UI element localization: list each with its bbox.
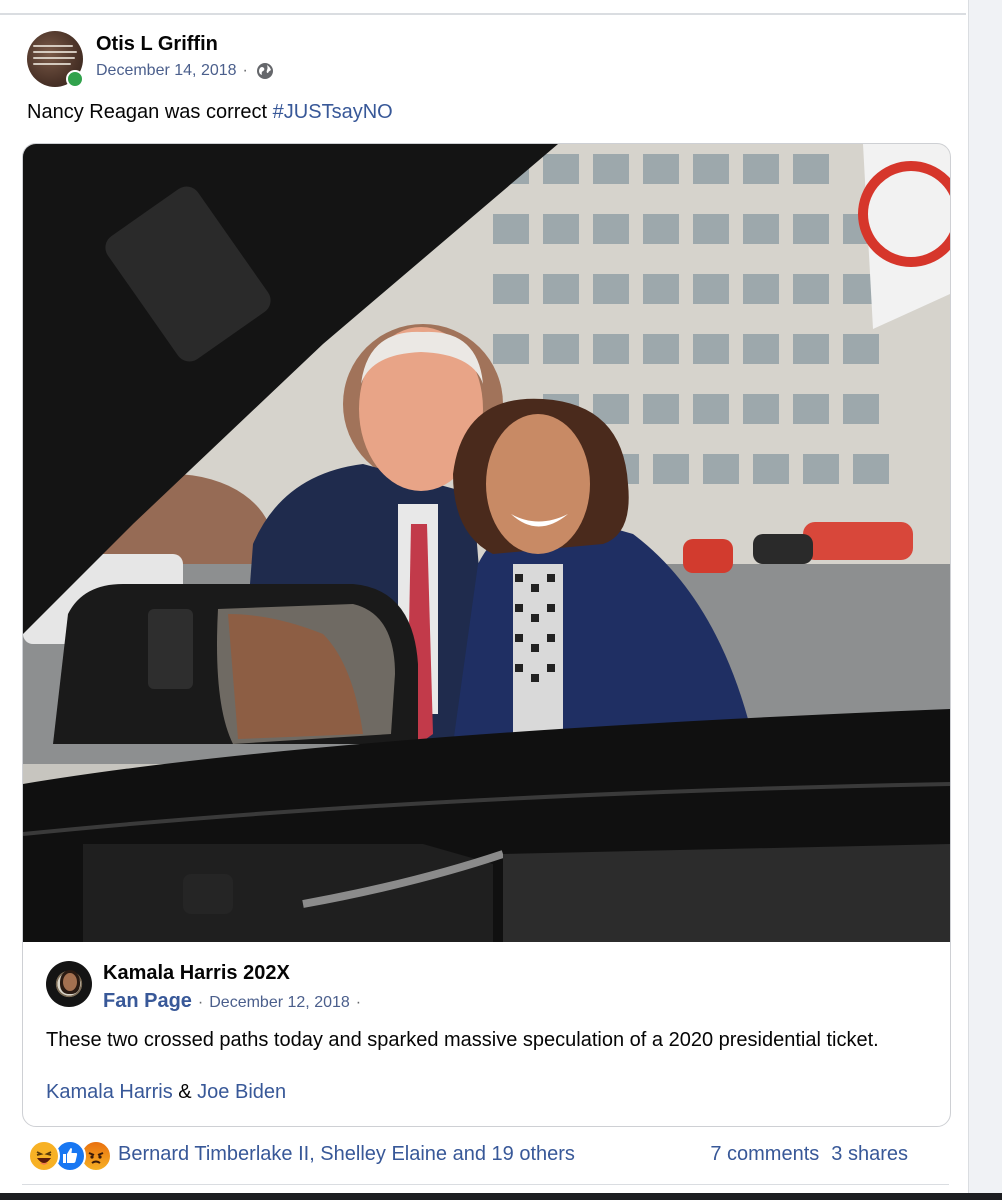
post-meta: December 14, 2018 ·: [96, 62, 274, 80]
shared-post-text: These two crossed paths today and sparke…: [46, 1029, 879, 1051]
post-text: Nancy Reagan was correct #JUSTsayNO: [27, 101, 393, 124]
tag-ampersand: &: [178, 1081, 192, 1103]
tag-link-kamala-harris[interactable]: Kamala Harris: [46, 1081, 173, 1103]
shares-count-link[interactable]: 3 shares: [831, 1143, 908, 1166]
reaction-icons[interactable]: [28, 1140, 112, 1172]
haha-icon: [28, 1140, 60, 1172]
tag-link-joe-biden[interactable]: Joe Biden: [197, 1081, 286, 1103]
page-right-gutter: [968, 0, 1002, 1200]
footer-divider: [22, 1184, 949, 1185]
engagement-counts: 7 comments 3 shares: [710, 1143, 908, 1166]
shared-page-name[interactable]: Kamala Harris 202X: [103, 962, 290, 985]
reactors-link[interactable]: Bernard Timberlake II, Shelley Elaine an…: [118, 1143, 575, 1166]
meta-separator: ·: [197, 994, 204, 1011]
meta-separator-trailing: ·: [355, 994, 362, 1011]
shared-post-date[interactable]: December 12, 2018: [209, 994, 350, 1012]
shared-photo[interactable]: [23, 144, 950, 942]
feed-post: Otis L Griffin December 14, 2018 · Nancy…: [0, 0, 966, 1192]
hashtag-link[interactable]: #JUSTsayNO: [273, 101, 393, 123]
globe-icon: [256, 62, 274, 80]
author-name[interactable]: Otis L Griffin: [96, 33, 218, 56]
meta-separator: ·: [242, 62, 248, 79]
online-status-dot: [66, 70, 84, 88]
shared-post-card[interactable]: Kamala Harris 202X Fan Page · December 1…: [22, 143, 951, 1127]
post-text-body: Nancy Reagan was correct: [27, 101, 273, 123]
shared-post-tags: Kamala Harris & Joe Biden: [46, 1081, 286, 1104]
shared-page-meta: Fan Page · December 12, 2018 ·: [103, 990, 361, 1013]
bottom-edge-bar: [0, 1193, 1002, 1200]
shared-page-avatar[interactable]: [46, 961, 92, 1007]
comments-count-link[interactable]: 7 comments: [710, 1143, 819, 1166]
shared-page-category[interactable]: Fan Page: [103, 990, 192, 1013]
post-date[interactable]: December 14, 2018: [96, 62, 237, 80]
